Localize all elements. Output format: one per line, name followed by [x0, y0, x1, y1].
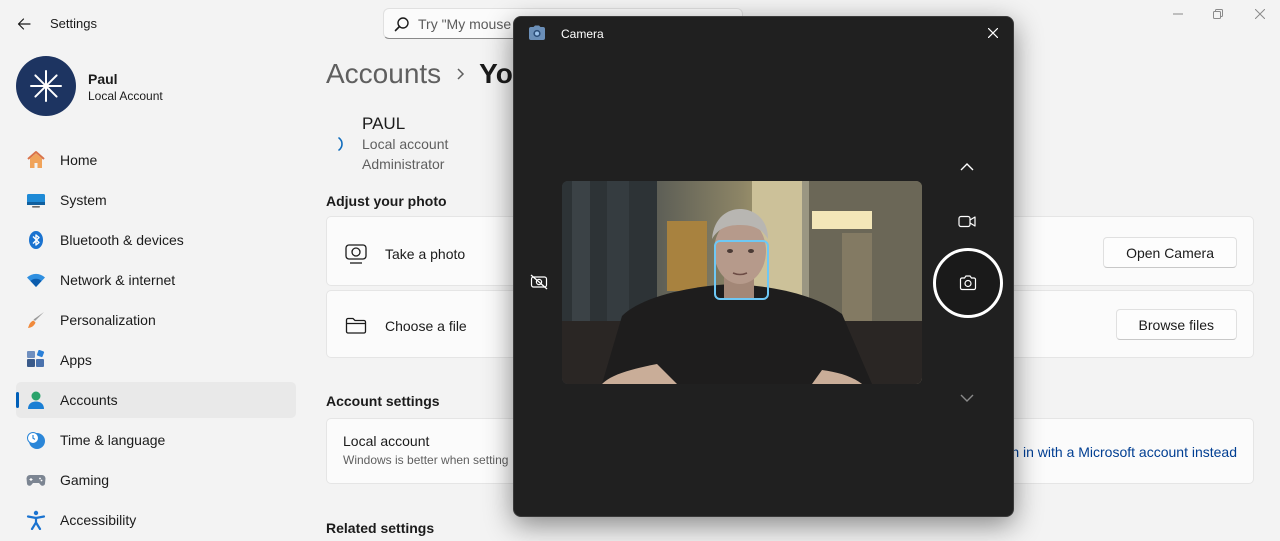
- close-icon: [988, 28, 998, 38]
- adjust-photo-heading: Adjust your photo: [326, 193, 447, 209]
- collapse-down-button[interactable]: [952, 383, 982, 413]
- take-photo-label: Take a photo: [385, 246, 466, 262]
- sidebar-item-network[interactable]: Network & internet: [16, 262, 296, 298]
- sidebar-item-personalization[interactable]: Personalization: [16, 302, 296, 338]
- sidebar-item-label: Network & internet: [60, 272, 176, 288]
- open-camera-button[interactable]: Open Camera: [1103, 237, 1237, 268]
- breadcrumb: Accounts Yo: [326, 58, 513, 90]
- local-account-description: Windows is better when setting: [343, 453, 509, 467]
- breadcrumb-parent[interactable]: Accounts: [326, 58, 441, 90]
- back-arrow-icon: [17, 18, 31, 30]
- camera-icon: [959, 275, 977, 291]
- sidebar-item-label: Time & language: [60, 432, 166, 448]
- accessibility-icon: [26, 510, 46, 530]
- profile-account-type: Local Account: [88, 89, 163, 103]
- user-name: PAUL: [362, 114, 406, 133]
- profile-card[interactable]: Paul Local Account: [16, 56, 296, 118]
- maximize-button[interactable]: [1198, 2, 1238, 26]
- chevron-down-icon: [960, 394, 974, 402]
- sidebar-nav: Home System Bluetooth & devices Network …: [16, 142, 296, 541]
- sidebar-item-system[interactable]: System: [16, 182, 296, 218]
- related-settings-heading: Related settings: [326, 520, 435, 536]
- sidebar-item-label: Bluetooth & devices: [60, 232, 184, 248]
- sidebar-item-apps[interactable]: Apps: [16, 342, 296, 378]
- face-detection-box: [714, 240, 769, 300]
- avatar-snowflake-icon: [30, 70, 62, 102]
- gamepad-icon: [26, 470, 46, 490]
- back-button[interactable]: [10, 10, 38, 38]
- expand-up-button[interactable]: [952, 152, 982, 182]
- minimize-icon: [1173, 13, 1183, 15]
- restore-icon: [1213, 9, 1223, 19]
- sidebar-item-label: Accounts: [60, 392, 118, 408]
- sidebar-item-accessibility[interactable]: Accessibility: [16, 502, 296, 538]
- video-mode-button[interactable]: [952, 206, 982, 236]
- wifi-icon: [26, 270, 46, 290]
- choose-file-label: Choose a file: [385, 318, 467, 334]
- user-account-type: Local account: [362, 136, 449, 152]
- user-role: Administrator: [362, 156, 445, 172]
- sidebar-item-time-language[interactable]: Time & language: [16, 422, 296, 458]
- profile-name: Paul: [88, 71, 118, 87]
- sidebar-item-label: Accessibility: [60, 512, 137, 528]
- camera-title-bar: Camera: [514, 17, 1013, 49]
- sidebar-item-label: Personalization: [60, 312, 156, 328]
- avatar: [16, 56, 76, 116]
- camera-window: Camera: [513, 16, 1014, 517]
- sidebar-item-label: Home: [60, 152, 98, 168]
- sidebar-item-label: Apps: [60, 352, 92, 368]
- camera-preview: [562, 181, 922, 384]
- camera-toggle-off-button[interactable]: [524, 267, 554, 297]
- camera-title: Camera: [561, 27, 604, 41]
- microsoft-account-link[interactable]: n in with a Microsoft account instead: [1011, 444, 1237, 460]
- local-account-title: Local account: [343, 433, 430, 449]
- loading-spinner-icon: [338, 137, 343, 151]
- clock-globe-icon: [26, 430, 46, 450]
- chevron-up-icon: [960, 163, 974, 171]
- minimize-button[interactable]: [1158, 2, 1198, 26]
- app-title: Settings: [50, 16, 97, 31]
- browse-files-button[interactable]: Browse files: [1115, 309, 1237, 340]
- bluetooth-icon: [26, 230, 46, 250]
- close-icon: [1255, 9, 1265, 19]
- sidebar-item-label: System: [60, 192, 107, 208]
- sidebar-item-label: Gaming: [60, 472, 110, 488]
- search-icon: [394, 16, 409, 31]
- sidebar-item-bluetooth[interactable]: Bluetooth & devices: [16, 222, 296, 258]
- camera-app-icon: [529, 25, 545, 40]
- close-button[interactable]: [1240, 2, 1280, 26]
- accounts-icon: [26, 390, 46, 410]
- take-photo-shutter-button[interactable]: [933, 248, 1003, 318]
- sidebar-item-home[interactable]: Home: [16, 142, 296, 178]
- sidebar-item-gaming[interactable]: Gaming: [16, 462, 296, 498]
- camera-off-icon: [530, 274, 548, 290]
- apps-icon: [26, 350, 46, 370]
- chevron-right-icon: [455, 68, 465, 80]
- sidebar-item-accounts[interactable]: Accounts: [16, 382, 296, 418]
- folder-icon: [345, 315, 367, 337]
- video-camera-icon: [958, 215, 976, 227]
- system-icon: [26, 190, 46, 210]
- page-title: Yo: [479, 58, 513, 89]
- home-icon: [26, 150, 46, 170]
- camera-close-button[interactable]: [983, 23, 1003, 43]
- account-settings-heading: Account settings: [326, 393, 440, 409]
- webcam-icon: [345, 243, 367, 265]
- brush-icon: [26, 310, 46, 330]
